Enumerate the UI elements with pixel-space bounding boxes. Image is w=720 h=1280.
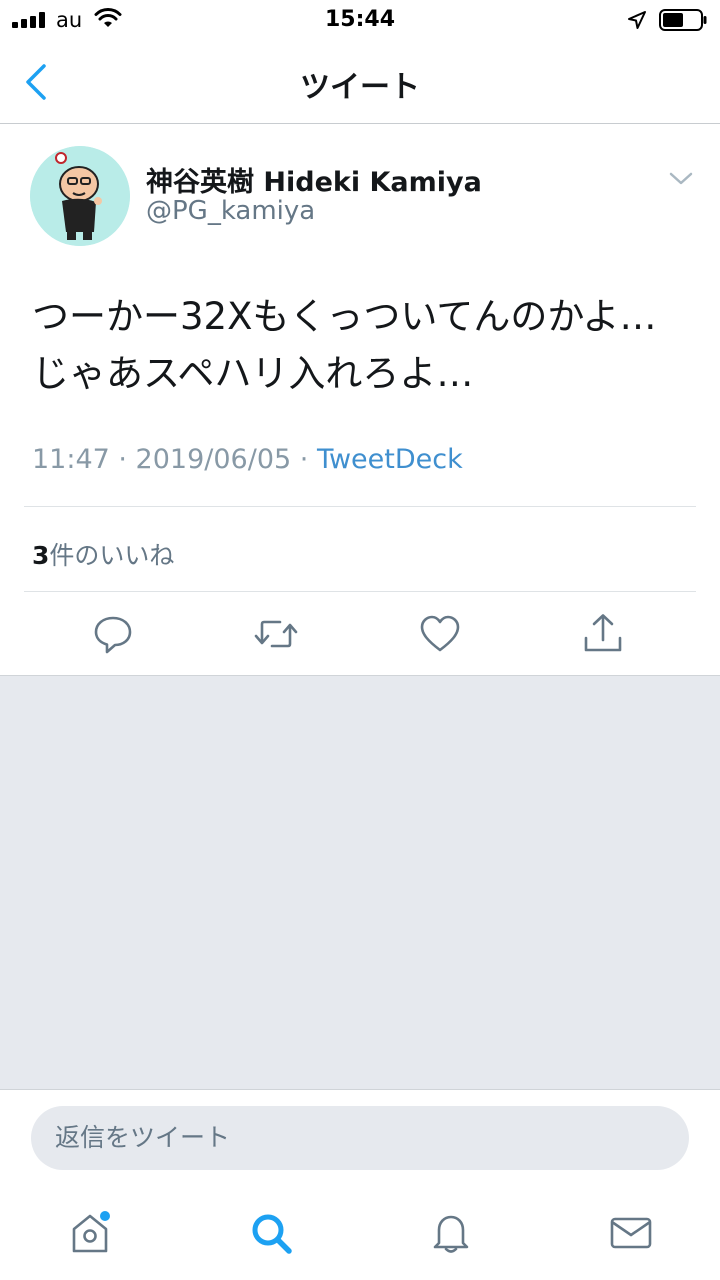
home-icon[interactable] — [68, 1211, 112, 1255]
location-arrow-icon — [628, 11, 646, 29]
navigation-bar: ツイート — [0, 40, 720, 124]
battery-icon — [659, 9, 707, 31]
likes-label: 件のいいね — [49, 541, 175, 570]
avatar[interactable] — [30, 146, 130, 246]
display-name[interactable]: 神谷英樹 Hideki Kamiya — [146, 160, 482, 199]
mail-icon[interactable] — [609, 1211, 653, 1255]
divider — [24, 591, 696, 592]
reply-bar: 返信をツイート — [0, 1089, 720, 1189]
status-bar: au 15:44 — [0, 0, 720, 40]
share-icon[interactable] — [581, 612, 625, 656]
divider — [24, 506, 696, 507]
avatar-illustration — [30, 146, 130, 246]
reply-icon[interactable] — [91, 612, 135, 656]
heart-icon[interactable] — [418, 612, 462, 656]
reply-input[interactable]: 返信をツイート — [31, 1106, 689, 1170]
tweet-source-link[interactable]: TweetDeck — [317, 444, 463, 475]
search-icon[interactable] — [249, 1211, 293, 1255]
bell-icon[interactable] — [429, 1211, 473, 1255]
user-handle[interactable]: @PG_kamiya — [146, 196, 315, 226]
retweet-icon[interactable] — [254, 612, 298, 656]
likes-number: 3 — [32, 541, 50, 570]
tweet-meta: 11:47 · 2019/06/05 · TweetDeck — [32, 444, 463, 475]
tab-bar — [0, 1189, 720, 1280]
status-time: 15:44 — [324, 7, 396, 32]
chevron-down-icon[interactable] — [668, 170, 694, 188]
tweet-text: つーかー32Xもくっついてんのかよ… じゃあスペハリ入れろよ… — [32, 295, 657, 395]
likes-count[interactable]: 3件のいいね — [32, 536, 174, 572]
tweet-timestamp: 11:47 · 2019/06/05 · — [32, 444, 317, 475]
page-title: ツイート — [300, 70, 420, 105]
replies-area — [0, 675, 720, 1089]
